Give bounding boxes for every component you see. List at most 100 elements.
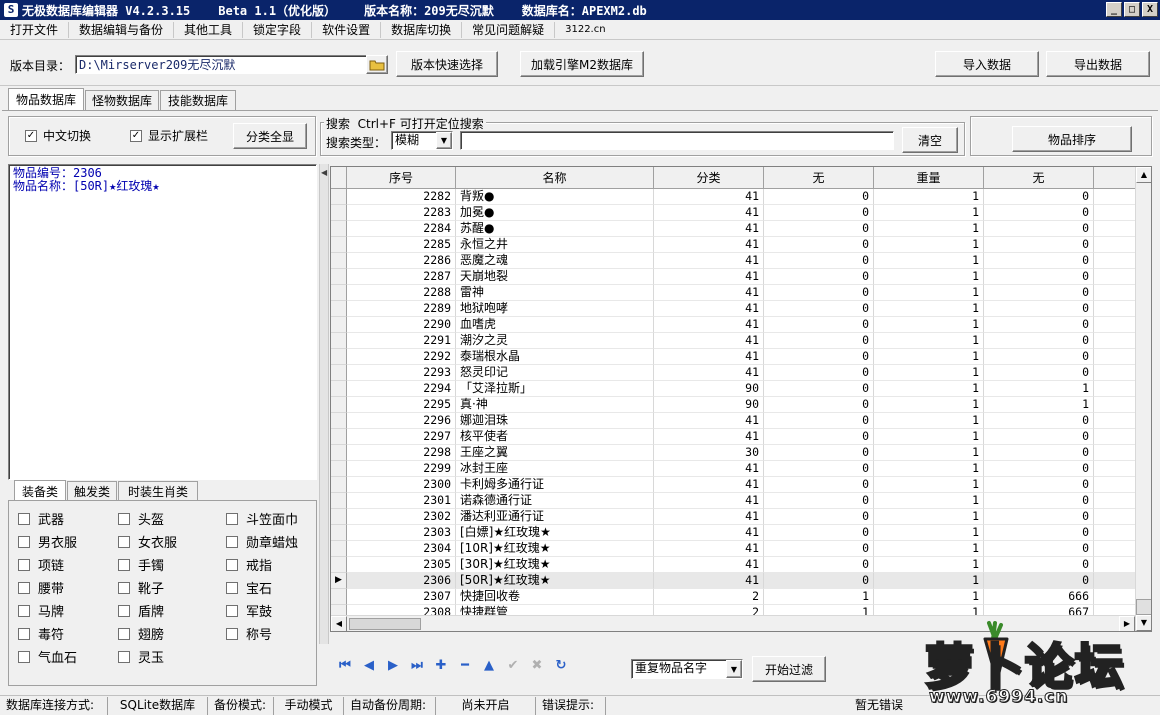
- cell-none-1[interactable]: 0: [764, 413, 874, 429]
- cell-index[interactable]: 2307: [347, 589, 456, 605]
- cell-weight[interactable]: 1: [874, 509, 984, 525]
- row-indicator[interactable]: [331, 317, 347, 333]
- row-indicator[interactable]: [331, 445, 347, 461]
- cell-name[interactable]: 卡利姆多通行证: [456, 477, 654, 493]
- cell-weight[interactable]: 1: [874, 445, 984, 461]
- cell-index[interactable]: 2289: [347, 301, 456, 317]
- cell-weight[interactable]: 1: [874, 397, 984, 413]
- cell-none-2[interactable]: 0: [984, 317, 1094, 333]
- cell-weight[interactable]: 1: [874, 237, 984, 253]
- category-female-clothes[interactable]: 女衣服: [118, 532, 177, 551]
- search-input[interactable]: [460, 131, 894, 150]
- cell-category[interactable]: 41: [654, 509, 764, 525]
- export-data-button[interactable]: 导出数据: [1046, 51, 1150, 77]
- cell-index[interactable]: 2288: [347, 285, 456, 301]
- cell-none-1[interactable]: 0: [764, 573, 874, 589]
- cell-index[interactable]: 2305: [347, 557, 456, 573]
- cell-name[interactable]: [10R]★红玫瑰★: [456, 541, 654, 557]
- row-indicator[interactable]: [331, 493, 347, 509]
- table-row[interactable]: 2301 诺森德通行证 41 0 1 0: [331, 493, 1137, 509]
- cell-name[interactable]: [白嫖]★红玫瑰★: [456, 525, 654, 541]
- cell-index[interactable]: 2301: [347, 493, 456, 509]
- table-row[interactable]: 2299 冰封王座 41 0 1 0: [331, 461, 1137, 477]
- scroll-up-icon[interactable]: ▲: [1136, 167, 1151, 183]
- cell-name[interactable]: 天崩地裂: [456, 269, 654, 285]
- tab-skill-db[interactable]: 技能数据库: [160, 90, 236, 110]
- cell-category[interactable]: 41: [654, 557, 764, 573]
- menu-faq[interactable]: 常见问题解疑: [462, 21, 556, 38]
- filter-select[interactable]: 重复物品名字 ▼: [631, 659, 743, 679]
- cell-category[interactable]: 30: [654, 445, 764, 461]
- category-male-clothes[interactable]: 男衣服: [18, 532, 77, 551]
- cell-none-1[interactable]: 0: [764, 365, 874, 381]
- category-bracelet[interactable]: 手镯: [118, 555, 164, 574]
- tab-fashion-zodiac[interactable]: 时装生肖类: [118, 481, 198, 501]
- column-header-none-1[interactable]: 无: [764, 167, 874, 189]
- cell-none-1[interactable]: 0: [764, 333, 874, 349]
- table-row[interactable]: ▶ 2306 [50R]★红玫瑰★ 41 0 1 0: [331, 573, 1137, 589]
- cell-none-1[interactable]: 0: [764, 237, 874, 253]
- cell-none-2[interactable]: 0: [984, 413, 1094, 429]
- cell-name[interactable]: [50R]★红玫瑰★: [456, 573, 654, 589]
- cell-name[interactable]: 恶魔之魂: [456, 253, 654, 269]
- cell-category[interactable]: 41: [654, 253, 764, 269]
- category-weapon[interactable]: 武器: [18, 509, 64, 528]
- scroll-thumb[interactable]: [1136, 599, 1151, 615]
- cell-none-1[interactable]: 0: [764, 301, 874, 317]
- category-shield[interactable]: 盾牌: [118, 601, 164, 620]
- category-gem[interactable]: 宝石: [226, 578, 272, 597]
- table-row[interactable]: 2307 快捷回收卷 2 1 1 666: [331, 589, 1137, 605]
- next-record-icon[interactable]: ▶: [384, 656, 402, 674]
- cell-name[interactable]: 泰瑞根水晶: [456, 349, 654, 365]
- quick-select-button[interactable]: 版本快速选择: [396, 51, 498, 77]
- cell-none-2[interactable]: 0: [984, 205, 1094, 221]
- cell-index[interactable]: 2302: [347, 509, 456, 525]
- prev-record-icon[interactable]: ◀: [360, 656, 378, 674]
- cell-weight[interactable]: 1: [874, 205, 984, 221]
- cancel-record-icon[interactable]: ✖: [528, 656, 546, 674]
- cell-none-1[interactable]: 0: [764, 381, 874, 397]
- cell-none-1[interactable]: 0: [764, 557, 874, 573]
- cell-none-2[interactable]: 0: [984, 493, 1094, 509]
- cell-name[interactable]: 冰封王座: [456, 461, 654, 477]
- column-header-weight[interactable]: 重量: [874, 167, 984, 189]
- table-row[interactable]: 2296 娜迦泪珠 41 0 1 0: [331, 413, 1137, 429]
- cell-none-2[interactable]: 0: [984, 541, 1094, 557]
- cell-category[interactable]: 41: [654, 461, 764, 477]
- add-record-icon[interactable]: ✚: [432, 656, 450, 674]
- cell-category[interactable]: 41: [654, 573, 764, 589]
- table-row[interactable]: 2303 [白嫖]★红玫瑰★ 41 0 1 0: [331, 525, 1137, 541]
- tab-trigger[interactable]: 触发类: [67, 481, 117, 501]
- table-row[interactable]: 2300 卡利姆多通行证 41 0 1 0: [331, 477, 1137, 493]
- row-indicator[interactable]: [331, 221, 347, 237]
- table-row[interactable]: 2283 加冕● 41 0 1 0: [331, 205, 1137, 221]
- table-row[interactable]: 2293 怒灵印记 41 0 1 0: [331, 365, 1137, 381]
- cell-category[interactable]: 41: [654, 349, 764, 365]
- table-row[interactable]: 2291 潮汐之灵 41 0 1 0: [331, 333, 1137, 349]
- row-indicator[interactable]: [331, 189, 347, 205]
- cell-category[interactable]: 41: [654, 221, 764, 237]
- cell-weight[interactable]: 1: [874, 365, 984, 381]
- cell-name[interactable]: 地狱咆哮: [456, 301, 654, 317]
- category-war-drum[interactable]: 军鼓: [226, 601, 272, 620]
- row-indicator[interactable]: [331, 253, 347, 269]
- cell-weight[interactable]: 1: [874, 573, 984, 589]
- row-pointer-icon[interactable]: ▶: [331, 573, 347, 589]
- cell-index[interactable]: 2296: [347, 413, 456, 429]
- cell-name[interactable]: 潮汐之灵: [456, 333, 654, 349]
- clear-button[interactable]: 清空: [902, 127, 958, 153]
- cell-category[interactable]: 41: [654, 205, 764, 221]
- cell-none-1[interactable]: 0: [764, 525, 874, 541]
- column-header-index[interactable]: 序号: [347, 167, 456, 189]
- cell-none-2[interactable]: 0: [984, 269, 1094, 285]
- cell-none-2[interactable]: 0: [984, 301, 1094, 317]
- cell-none-2[interactable]: 1: [984, 397, 1094, 413]
- category-hat-mask[interactable]: 斗笠面巾: [226, 509, 298, 528]
- cell-index[interactable]: 2303: [347, 525, 456, 541]
- cell-none-2[interactable]: 0: [984, 573, 1094, 589]
- table-row[interactable]: 2282 背叛● 41 0 1 0: [331, 189, 1137, 205]
- cell-none-1[interactable]: 0: [764, 477, 874, 493]
- import-data-button[interactable]: 导入数据: [935, 51, 1039, 77]
- last-record-icon[interactable]: ⏭: [408, 656, 426, 674]
- load-engine-db-button[interactable]: 加载引擎M2数据库: [520, 51, 644, 77]
